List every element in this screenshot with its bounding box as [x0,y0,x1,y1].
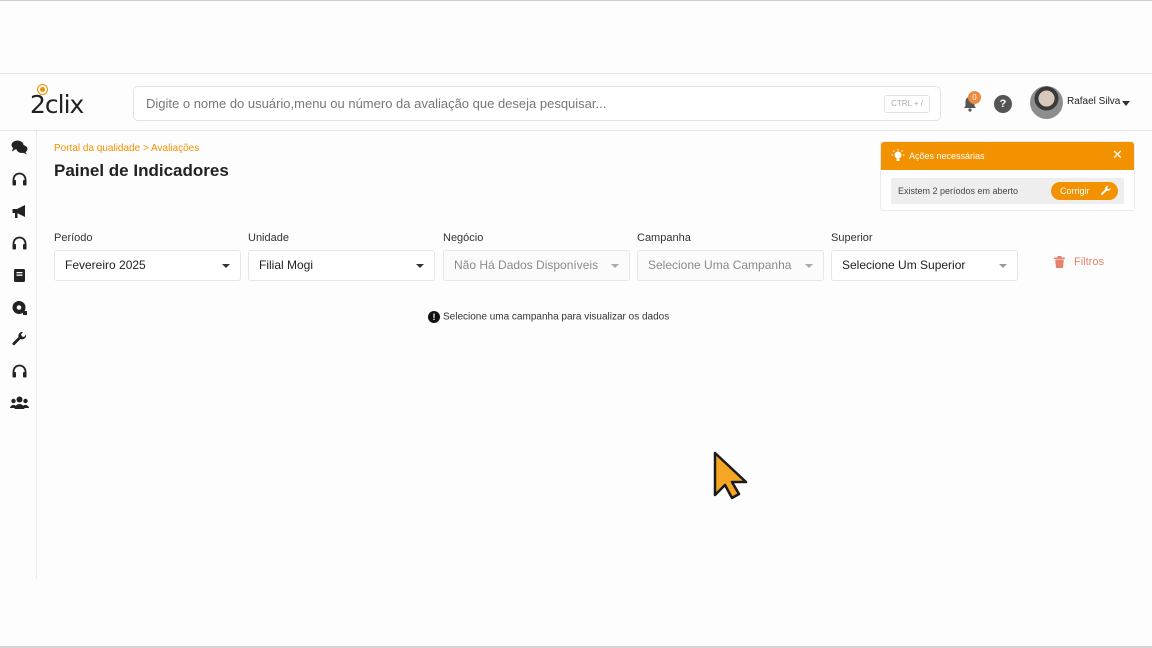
megaphone-icon[interactable] [11,203,28,220]
top-header: 2clix CTRL + / 0 ? Rafael Silva [0,73,1152,131]
filter-label-superior: Superior [831,232,873,244]
search-box[interactable]: CTRL + / [133,86,941,121]
actions-panel: Ações necessárias ✕ Existem 2 períodos e… [880,141,1135,211]
gear-badge-icon[interactable] [11,299,28,316]
users-icon[interactable] [10,394,29,411]
actions-panel-item: Existem 2 períodos em aberto Corrigir [891,178,1124,204]
logo[interactable]: 2clix [30,88,84,122]
info-message-text: Selecione uma campanha para visualizar o… [443,311,670,323]
headset-icon[interactable] [11,171,28,188]
period-select[interactable]: Fevereiro 2025 [54,250,241,281]
filter-label-unidade: Unidade [248,232,289,244]
page-title: Painel de Indicadores [54,161,229,180]
logo-text: 2clix [30,90,84,119]
actions-panel-title: Ações necessárias [909,151,985,161]
trash-icon [1054,256,1065,268]
comments-icon[interactable] [11,139,28,156]
info-icon: ! [428,311,440,323]
caret-down-icon [999,264,1007,268]
wrench-icon[interactable] [11,331,28,348]
avatar[interactable] [1030,86,1063,119]
caret-down-icon [611,264,619,268]
campaign-select-value: Selecione Uma Campanha [648,258,792,272]
filter-label-negocio: Negócio [443,232,484,244]
campaign-select[interactable]: Selecione Uma Campanha [637,250,824,281]
help-icon[interactable]: ? [994,95,1012,113]
superior-select[interactable]: Selecione Um Superior [831,250,1018,281]
unit-select[interactable]: Filial Mogi [248,250,435,281]
window-top-border [0,0,1152,1]
chevron-down-icon[interactable] [1122,101,1130,106]
close-icon[interactable]: ✕ [1112,148,1123,162]
headset-icon[interactable] [11,235,28,252]
search-shortcut-hint: CTRL + / [884,95,930,113]
headset-icon[interactable] [11,363,28,380]
business-select[interactable]: Não Há Dados Disponíveis [443,250,630,281]
fix-button-label: Corrigir [1060,186,1090,196]
logo-dot-icon [38,85,47,94]
actions-panel-message: Existem 2 períodos em aberto [898,186,1019,196]
mouse-cursor-icon [713,451,748,500]
filter-label-periodo: Período [54,232,93,244]
caret-down-icon [805,264,813,268]
breadcrumb[interactable]: Portal da qualidade > Avaliações [54,143,199,154]
caret-down-icon [222,264,230,268]
search-input[interactable] [146,87,876,120]
clear-filters-label: Filtros [1074,256,1104,268]
book-icon[interactable] [11,267,28,284]
lightbulb-icon [891,149,905,161]
period-select-value: Fevereiro 2025 [65,258,146,272]
superior-select-value: Selecione Um Superior [842,258,966,272]
unit-select-value: Filial Mogi [259,258,314,272]
wrench-icon [1100,185,1111,195]
info-message: ! Selecione uma campanha para visualizar … [428,311,669,325]
fix-button[interactable]: Corrigir [1051,182,1118,200]
caret-down-icon [416,264,424,268]
user-name[interactable]: Rafael Silva [1067,96,1120,107]
actions-panel-header: Ações necessárias ✕ [881,142,1134,170]
business-select-value: Não Há Dados Disponíveis [454,258,599,272]
filter-label-campanha: Campanha [637,232,691,244]
notification-badge: 0 [968,91,981,104]
sidebar [0,131,37,579]
